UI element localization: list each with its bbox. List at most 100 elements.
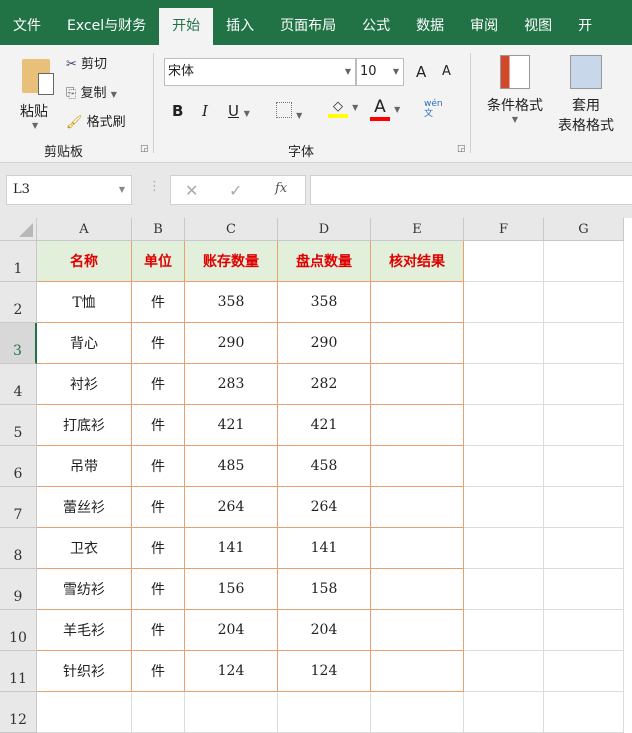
- font-launcher-icon[interactable]: ◲: [457, 144, 466, 154]
- cell-D10[interactable]: 204: [278, 610, 371, 651]
- cell-F7[interactable]: [464, 487, 544, 528]
- format-painter-button[interactable]: 🖌 格式刷: [66, 111, 126, 130]
- cell-F5[interactable]: [464, 405, 544, 446]
- cell-A6[interactable]: 吊带: [37, 446, 132, 487]
- shrink-font-button[interactable]: A: [442, 64, 451, 79]
- cell-D1[interactable]: 盘点数量: [278, 241, 371, 282]
- conditional-format-button[interactable]: 条件格式 ▼: [484, 55, 546, 124]
- row-header-12[interactable]: 12: [0, 692, 37, 733]
- cell-E5[interactable]: [371, 405, 464, 446]
- row-header-10[interactable]: 10: [0, 610, 37, 651]
- cell-E8[interactable]: [371, 528, 464, 569]
- row-header-9[interactable]: 9: [0, 569, 37, 610]
- cell-F12[interactable]: [464, 692, 544, 733]
- phonetic-button[interactable]: wén 文: [424, 99, 443, 119]
- cell-B10[interactable]: 件: [132, 610, 185, 651]
- cell-F6[interactable]: [464, 446, 544, 487]
- row-header-6[interactable]: 6: [0, 446, 37, 487]
- cut-button[interactable]: ✂ 剪切: [66, 53, 107, 72]
- cell-G11[interactable]: [544, 651, 624, 692]
- tab-1[interactable]: Excel与财务: [54, 8, 159, 45]
- cell-E12[interactable]: [371, 692, 464, 733]
- cell-G10[interactable]: [544, 610, 624, 651]
- font-size-select[interactable]: 10 ▼: [356, 58, 404, 86]
- cell-B7[interactable]: 件: [132, 487, 185, 528]
- cell-E6[interactable]: [371, 446, 464, 487]
- cell-F10[interactable]: [464, 610, 544, 651]
- cell-E10[interactable]: [371, 610, 464, 651]
- bold-button[interactable]: B: [172, 102, 183, 120]
- cell-F11[interactable]: [464, 651, 544, 692]
- formula-input[interactable]: [310, 175, 632, 205]
- column-header-E[interactable]: E: [371, 218, 464, 241]
- row-header-8[interactable]: 8: [0, 528, 37, 569]
- cell-A9[interactable]: 雪纺衫: [37, 569, 132, 610]
- row-header-5[interactable]: 5: [0, 405, 37, 446]
- cell-C12[interactable]: [185, 692, 278, 733]
- cell-B4[interactable]: 件: [132, 364, 185, 405]
- cell-G8[interactable]: [544, 528, 624, 569]
- cell-D9[interactable]: 158: [278, 569, 371, 610]
- cell-B6[interactable]: 件: [132, 446, 185, 487]
- select-all-button[interactable]: [0, 218, 37, 241]
- cell-A4[interactable]: 衬衫: [37, 364, 132, 405]
- cancel-button[interactable]: ✕: [185, 181, 198, 200]
- name-box[interactable]: L3 ▼: [6, 175, 132, 205]
- row-header-2[interactable]: 2: [0, 282, 37, 323]
- row-header-11[interactable]: 11: [0, 651, 37, 692]
- cell-B9[interactable]: 件: [132, 569, 185, 610]
- format-as-table-button[interactable]: 套用 表格格式: [548, 55, 624, 135]
- column-header-B[interactable]: B: [132, 218, 185, 241]
- cell-C8[interactable]: 141: [185, 528, 278, 569]
- cell-A5[interactable]: 打底衫: [37, 405, 132, 446]
- cell-A10[interactable]: 羊毛衫: [37, 610, 132, 651]
- cell-C7[interactable]: 264: [185, 487, 278, 528]
- column-header-D[interactable]: D: [278, 218, 371, 241]
- font-name-select[interactable]: 宋体 ▼: [164, 58, 356, 86]
- cell-F9[interactable]: [464, 569, 544, 610]
- cell-G6[interactable]: [544, 446, 624, 487]
- column-header-C[interactable]: C: [185, 218, 278, 241]
- cell-C4[interactable]: 283: [185, 364, 278, 405]
- cell-B11[interactable]: 件: [132, 651, 185, 692]
- cell-G7[interactable]: [544, 487, 624, 528]
- cell-D11[interactable]: 124: [278, 651, 371, 692]
- tab-7[interactable]: 审阅: [457, 8, 511, 45]
- cell-B12[interactable]: [132, 692, 185, 733]
- underline-button[interactable]: U ▼: [228, 102, 250, 120]
- cell-F3[interactable]: [464, 323, 544, 364]
- cell-D3[interactable]: 290: [278, 323, 371, 364]
- cell-B8[interactable]: 件: [132, 528, 185, 569]
- fill-color-button[interactable]: ◇ ▼: [328, 99, 358, 118]
- cell-C11[interactable]: 124: [185, 651, 278, 692]
- cell-F2[interactable]: [464, 282, 544, 323]
- tab-2[interactable]: 开始: [159, 8, 214, 45]
- cell-D5[interactable]: 421: [278, 405, 371, 446]
- cell-E3[interactable]: [371, 323, 464, 364]
- cell-E4[interactable]: [371, 364, 464, 405]
- tab-9[interactable]: 开: [565, 8, 605, 45]
- cell-D2[interactable]: 358: [278, 282, 371, 323]
- cell-G5[interactable]: [544, 405, 624, 446]
- cell-F8[interactable]: [464, 528, 544, 569]
- row-header-7[interactable]: 7: [0, 487, 37, 528]
- cell-C5[interactable]: 421: [185, 405, 278, 446]
- cell-C1[interactable]: 账存数量: [185, 241, 278, 282]
- cell-A12[interactable]: [37, 692, 132, 733]
- cell-E11[interactable]: [371, 651, 464, 692]
- enter-button[interactable]: ✓: [229, 181, 242, 200]
- cell-D12[interactable]: [278, 692, 371, 733]
- tab-0[interactable]: 文件: [0, 8, 54, 45]
- tab-8[interactable]: 视图: [511, 8, 565, 45]
- cell-B2[interactable]: 件: [132, 282, 185, 323]
- insert-function-button[interactable]: fx: [275, 181, 287, 196]
- grow-font-button[interactable]: A: [416, 63, 426, 81]
- tab-5[interactable]: 公式: [349, 8, 403, 45]
- border-button[interactable]: ▼: [276, 102, 302, 122]
- italic-button[interactable]: I: [202, 102, 208, 120]
- cell-A7[interactable]: 蕾丝衫: [37, 487, 132, 528]
- cell-G3[interactable]: [544, 323, 624, 364]
- copy-button[interactable]: ⎘ 复制 ▼: [66, 82, 117, 101]
- cell-G2[interactable]: [544, 282, 624, 323]
- cell-C10[interactable]: 204: [185, 610, 278, 651]
